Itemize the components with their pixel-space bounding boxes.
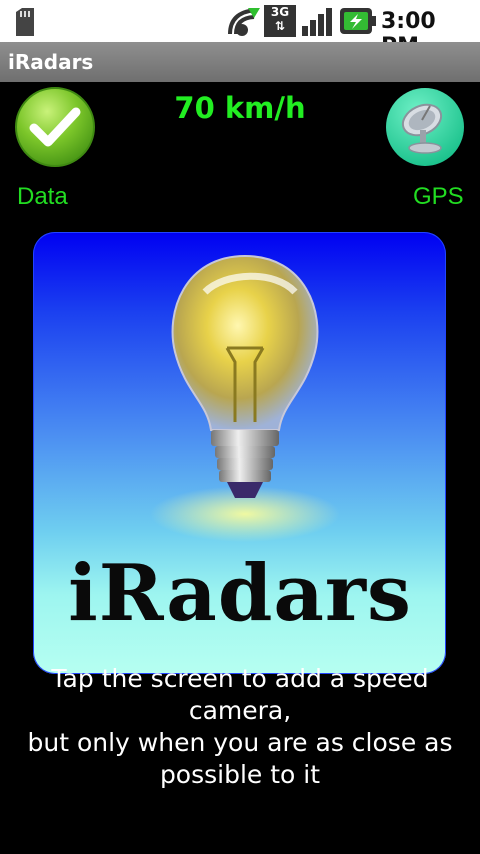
network-3g-icon: 3G ⇅ <box>264 5 296 37</box>
hint-text: Tap the screen to add a speed camera, bu… <box>0 663 480 791</box>
network-type-label: 3G <box>270 5 290 19</box>
hint-line: possible to it <box>159 760 321 789</box>
data-status-label: Data <box>17 183 68 210</box>
wifi-data-icon <box>228 8 260 36</box>
sd-card-icon <box>16 8 34 36</box>
hint-line: but only when you are as close as <box>27 728 453 757</box>
app-title-bar: iRadars <box>0 42 480 82</box>
light-bulb-icon <box>150 254 340 542</box>
hint-line: Tap the screen to add a speed camera, <box>51 664 429 725</box>
current-speed: 70 km/h <box>174 91 306 125</box>
status-bar: 3G ⇅ 3:00 PM <box>0 0 480 59</box>
signal-strength-icon <box>302 8 332 36</box>
logo-wordmark: iRadars <box>68 548 412 639</box>
app-title: iRadars <box>8 50 94 74</box>
battery-charging-icon <box>340 8 376 34</box>
gps-status-label: GPS <box>413 183 464 210</box>
